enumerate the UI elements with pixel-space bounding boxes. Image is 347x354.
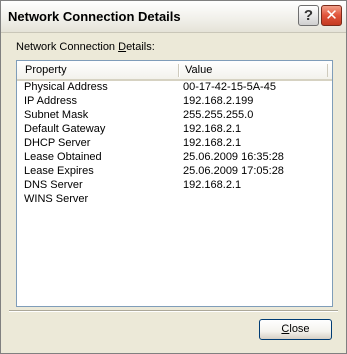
row-property: Lease Expires: [24, 165, 94, 177]
details-label: Network Connection Details:: [16, 41, 155, 53]
list-row-wins-server[interactable]: WINS Server: [17, 193, 332, 207]
list-row-lease-obtained[interactable]: Lease Obtained 25.06.2009 16:35:28: [17, 151, 332, 165]
row-value: 192.168.2.1: [183, 179, 242, 191]
row-value: 192.168.2.199: [183, 95, 254, 107]
list-row-ip-address[interactable]: IP Address 192.168.2.199: [17, 95, 332, 109]
list-rows: Physical Address 00-17-42-15-5A-45 IP Ad…: [17, 81, 332, 207]
details-label-accesskey: D: [118, 41, 127, 53]
row-value: 25.06.2009 16:35:28: [183, 151, 284, 163]
close-x-icon: ✕: [325, 7, 338, 24]
column-separator[interactable]: [178, 64, 179, 77]
list-row-default-gateway[interactable]: Default Gateway 192.168.2.1: [17, 123, 332, 137]
list-row-dhcp-server[interactable]: DHCP Server 192.168.2.1: [17, 137, 332, 151]
footer-divider: [9, 310, 338, 312]
title-close-button[interactable]: ✕: [321, 5, 342, 26]
row-property: Subnet Mask: [24, 109, 89, 121]
window-title: Network Connection Details: [8, 9, 181, 24]
row-property: Physical Address: [24, 81, 108, 93]
column-separator-end[interactable]: [327, 64, 328, 77]
row-property: WINS Server: [24, 193, 89, 205]
help-button[interactable]: ?: [298, 5, 319, 26]
row-property: Default Gateway: [24, 123, 106, 135]
row-value: 255.255.255.0: [183, 109, 254, 121]
row-property: IP Address: [24, 95, 77, 107]
row-property: DNS Server: [24, 179, 83, 191]
column-header-value[interactable]: Value: [185, 64, 212, 76]
row-property: DHCP Server: [24, 137, 91, 149]
details-label-prefix: Network Connection: [16, 41, 119, 53]
list-header: Property Value: [17, 61, 332, 81]
list-row-physical-address[interactable]: Physical Address 00-17-42-15-5A-45: [17, 81, 332, 95]
list-row-dns-server[interactable]: DNS Server 192.168.2.1: [17, 179, 332, 193]
list-row-lease-expires[interactable]: Lease Expires 25.06.2009 17:05:28: [17, 165, 332, 179]
row-value: 192.168.2.1: [183, 123, 242, 135]
details-list-view[interactable]: Property Value Physical Address 00-17-42…: [16, 60, 333, 307]
row-property: Lease Obtained: [24, 151, 102, 163]
column-header-property[interactable]: Property: [25, 64, 67, 76]
close-button-label: lose: [289, 323, 310, 335]
details-label-suffix: etails:: [126, 41, 155, 53]
row-value: 192.168.2.1: [183, 137, 242, 149]
network-connection-details-dialog: Network Connection Details ? ✕ Network C…: [0, 0, 347, 354]
row-value: 00-17-42-15-5A-45: [183, 81, 276, 93]
close-button[interactable]: Close: [259, 319, 332, 340]
question-mark-icon: ?: [303, 7, 314, 24]
title-bar[interactable]: Network Connection Details ? ✕: [1, 1, 346, 33]
list-row-subnet-mask[interactable]: Subnet Mask 255.255.255.0: [17, 109, 332, 123]
row-value: 25.06.2009 17:05:28: [183, 165, 284, 177]
